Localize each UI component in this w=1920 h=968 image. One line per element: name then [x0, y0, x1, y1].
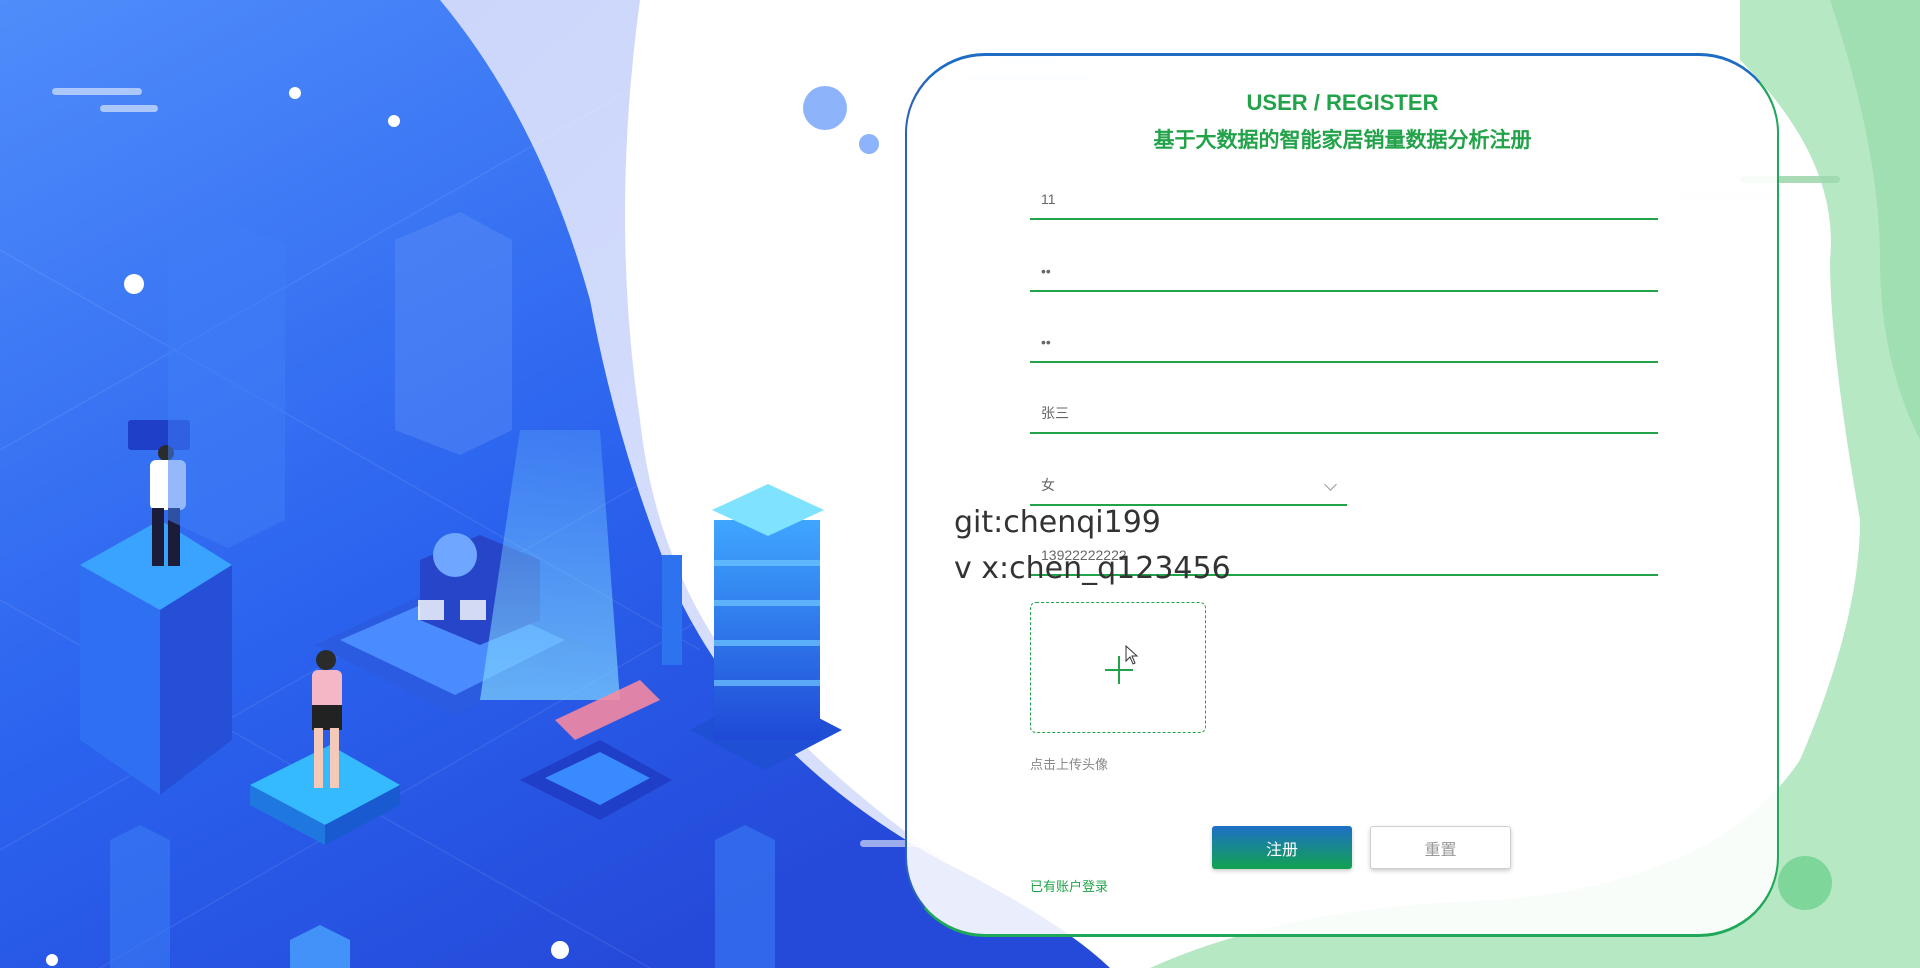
watermark-git: git:chenqi199 [954, 505, 1161, 540]
plus-icon-vertical [1118, 656, 1120, 684]
watermark-wechat: v x:chen_q123456 [954, 551, 1231, 586]
password-field[interactable] [1030, 252, 1658, 292]
password-input[interactable] [1030, 252, 1658, 290]
upload-avatar-hint: 点击上传头像 [1030, 757, 1109, 772]
page-title-en: USER / REGISTER [1246, 90, 1439, 115]
account-field[interactable] [1030, 180, 1658, 220]
reset-button[interactable]: 重置 [1370, 826, 1511, 869]
page-title-cn: 基于大数据的智能家居销量数据分析注册 [1153, 129, 1532, 152]
avatar-upload-button[interactable] [1030, 602, 1206, 733]
name-input[interactable] [1030, 394, 1658, 432]
account-input[interactable] [1030, 180, 1658, 218]
confirm-password-field[interactable] [1030, 323, 1658, 363]
confirm-password-input[interactable] [1030, 323, 1658, 361]
chevron-down-icon [1324, 478, 1337, 491]
mouse-cursor-icon [1125, 645, 1139, 665]
gender-select[interactable]: 女 [1030, 466, 1347, 506]
register-button[interactable]: 注册 [1212, 826, 1352, 869]
gender-selected-value: 女 [1041, 477, 1055, 493]
login-link[interactable]: 已有账户登录 [1030, 876, 1108, 895]
name-field[interactable] [1030, 394, 1658, 434]
